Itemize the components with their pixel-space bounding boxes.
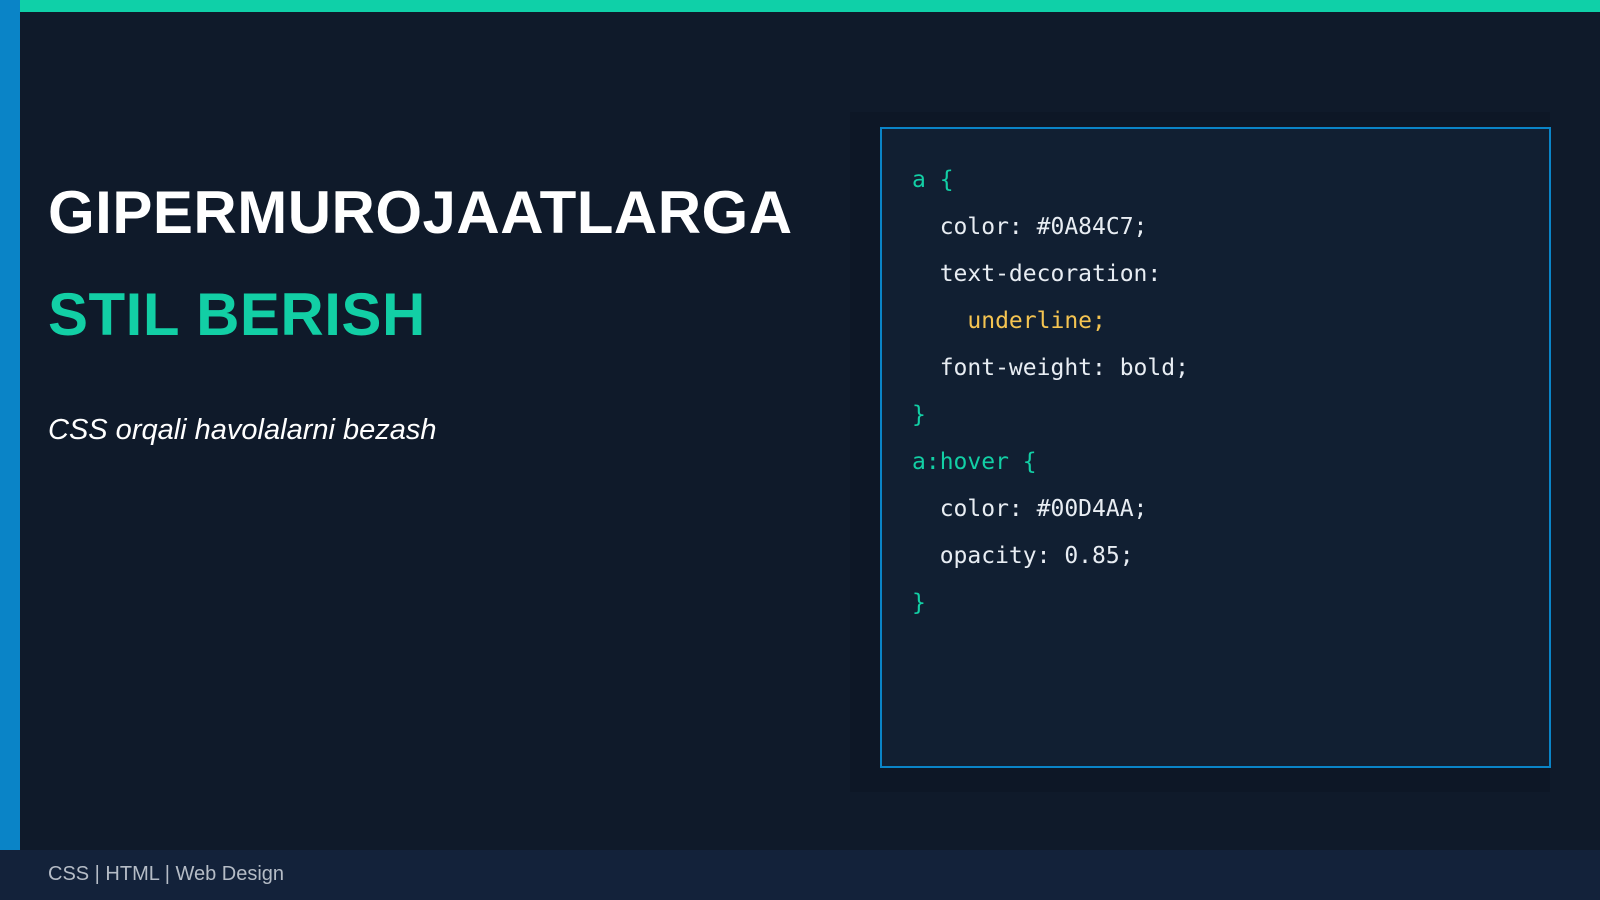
- code-line-1: a {: [912, 167, 954, 193]
- code-line-10: }: [912, 590, 926, 616]
- code-line-9: opacity: 0.85;: [912, 543, 1134, 569]
- code-panel: a { color: #0A84C7; text-decoration: und…: [880, 127, 1551, 768]
- code-line-2: color: #0A84C7;: [912, 214, 1148, 240]
- slide-subtitle: CSS orqali havolalarni bezash: [48, 414, 437, 446]
- footer-bar: CSS | HTML | Web Design: [0, 850, 1600, 900]
- code-line-6: }: [912, 402, 926, 428]
- slide-title-line-2: STIL BERISH: [48, 281, 426, 348]
- code-line-3: text-decoration:: [912, 261, 1162, 287]
- code-line-7: a:hover {: [912, 449, 1037, 475]
- code-line-8: color: #00D4AA;: [912, 496, 1148, 522]
- code-line-5: font-weight: bold;: [912, 355, 1189, 381]
- code-line-4: underline;: [912, 308, 1106, 334]
- top-accent-bar: [0, 0, 1600, 12]
- slide-title-line-1: GIPERMUROJAATLARGA: [48, 179, 793, 246]
- footer-text: CSS | HTML | Web Design: [48, 863, 285, 885]
- left-accent-bar: [0, 0, 20, 850]
